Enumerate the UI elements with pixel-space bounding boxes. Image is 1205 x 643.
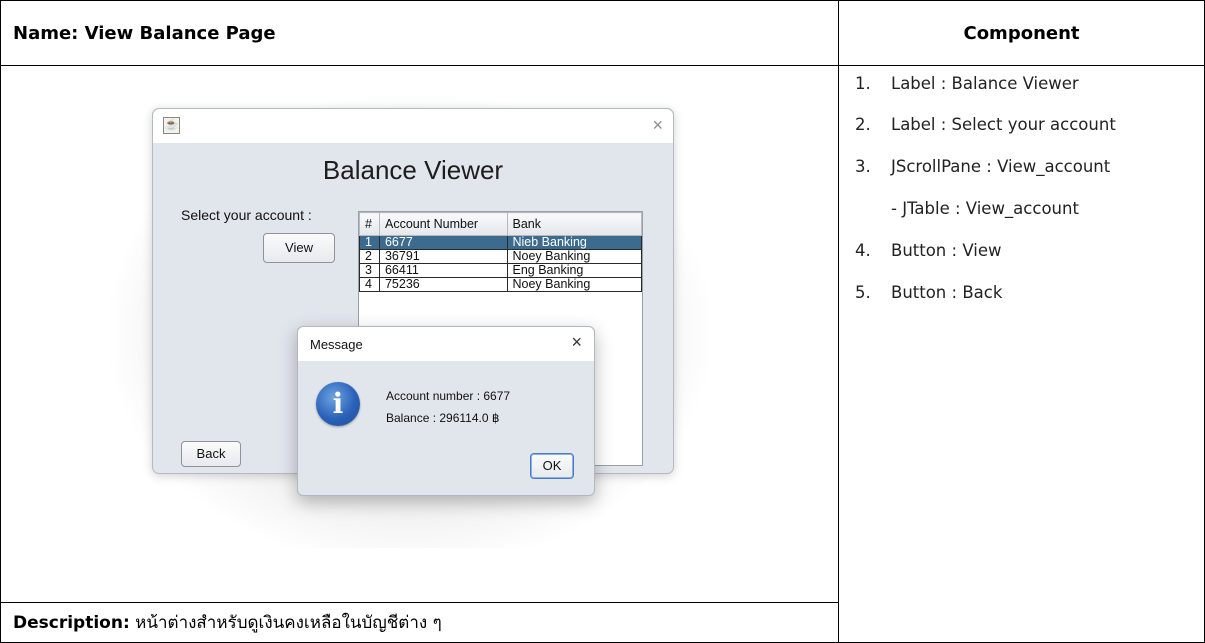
info-icon: i [316,382,360,426]
component-item: - JTable : View_account [891,199,1079,218]
component-item: 4. Button : View [855,241,1002,260]
message-title: Message [310,337,363,352]
cell-index: 1 [359,235,380,250]
balance-text: Balance : 296114.0 ฿ [386,411,500,425]
close-icon[interactable]: × [571,332,582,353]
component-item: 2. Label : Select your account [855,115,1116,134]
cell-account-number: 36791 [378,249,508,264]
java-icon: ☕ [163,117,180,134]
table-row[interactable]: 4 75236 Noey Banking [359,277,642,292]
account-number-text: Account number : 6677 [386,389,511,403]
component-cell: 1. Label : Balance Viewer 2. Label : Selec… [838,65,1205,643]
app-screenshot: ☕ × Balance Viewer Select your account :… [110,96,710,548]
cell-account-number: 6677 [378,235,508,250]
description-row: Description: หน้าต่างสำหรับดูเงินคงเหลือ… [0,602,839,643]
cell-account-number: 66411 [378,263,508,278]
balance-viewer-label: Balance Viewer [322,155,504,185]
back-button[interactable]: Back [181,441,241,467]
column-header-bank[interactable]: Bank [506,212,642,236]
cell-index: 3 [359,263,380,278]
table-row[interactable]: 1 6677 Nieb Banking [359,235,642,250]
cell-bank: Nieb Banking [506,235,642,250]
cell-bank: Noey Banking [506,249,642,264]
view-button[interactable]: View [263,233,335,263]
view-account-table: # Account Number Bank 1 6677 Nieb Bankin… [359,212,642,292]
table-row[interactable]: 2 36791 Noey Banking [359,249,642,264]
cell-index: 2 [359,249,380,264]
message-dialog: Message × i Account number : 6677 Balanc… [297,326,595,496]
header-name: Name: View Balance Page [0,0,839,66]
close-icon[interactable]: × [652,115,663,136]
header-component: Component [838,0,1205,66]
select-account-label: Select your account : [181,207,312,223]
component-item: 5. Button : Back [855,283,1003,302]
column-header-account-number[interactable]: Account Number [378,212,508,236]
message-titlebar: Message × [298,327,594,361]
cell-bank: Noey Banking [506,277,642,292]
window-titlebar: ☕ × [153,109,673,143]
ok-button[interactable]: OK [530,453,574,479]
column-header-index[interactable]: # [359,212,380,236]
component-item: 1. Label : Balance Viewer [855,74,1079,93]
table-row[interactable]: 3 66411 Eng Banking [359,263,642,278]
cell-bank: Eng Banking [506,263,642,278]
cell-account-number: 75236 [378,277,508,292]
component-item: 3. JScrollPane : View_account [855,157,1111,176]
cell-index: 4 [359,277,380,292]
